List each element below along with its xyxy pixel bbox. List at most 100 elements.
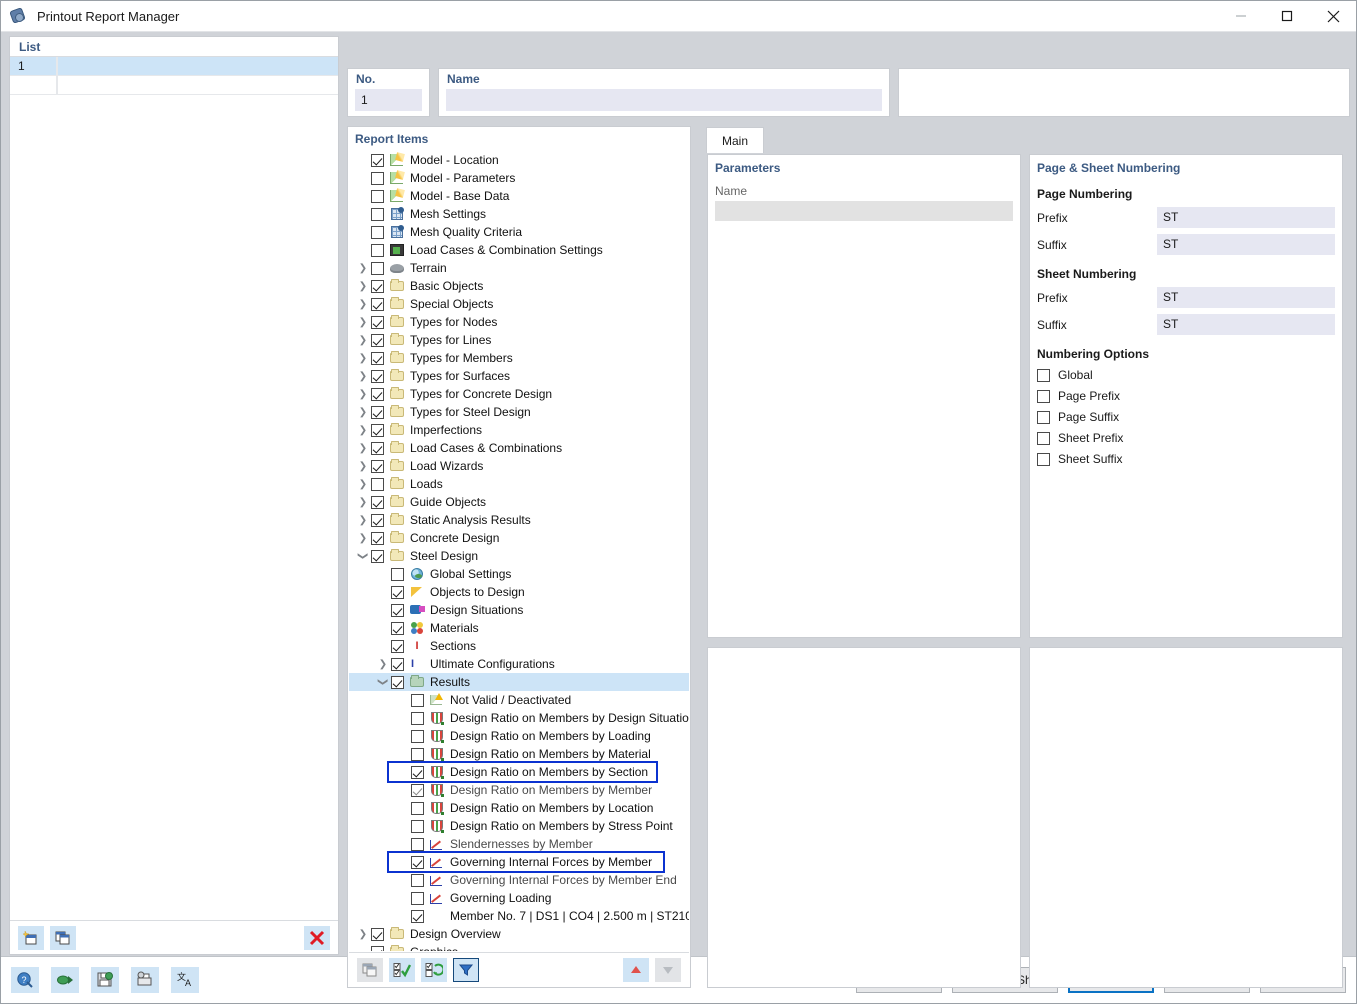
tree-item[interactable]: Objects to Design <box>349 583 689 601</box>
tab-main[interactable]: Main <box>706 127 764 153</box>
tree-item[interactable]: Model - Base Data <box>349 187 689 205</box>
tree-item[interactable]: ❯ Types for Steel Design <box>349 403 689 421</box>
delete-report-icon[interactable] <box>304 925 330 950</box>
tree-item-checkbox[interactable] <box>371 315 384 329</box>
tree-item-checkbox[interactable] <box>391 639 404 653</box>
tree-item-checkbox[interactable] <box>371 279 384 293</box>
tree-item[interactable]: Mesh Quality Criteria <box>349 223 689 241</box>
numbering-option-row[interactable]: Sheet Suffix <box>1030 452 1342 466</box>
tree-item-checkbox[interactable] <box>391 567 404 581</box>
tree-item[interactable]: Load Cases & Combination Settings <box>349 241 689 259</box>
chevron-right-icon[interactable]: ❯ <box>355 331 371 349</box>
tree-item[interactable]: Member No. 7 | DS1 | CO4 | 2.500 m | ST2… <box>349 907 689 925</box>
tree-item[interactable]: Design Ratio on Members by Member <box>349 781 689 799</box>
tree-item[interactable]: Mesh Settings <box>349 205 689 223</box>
tree-item[interactable]: ❯ I Ultimate Configurations <box>349 655 689 673</box>
numbering-option-checkbox[interactable] <box>1037 389 1050 403</box>
chevron-right-icon[interactable]: ❯ <box>355 439 371 457</box>
numbering-option-row[interactable]: Page Suffix <box>1030 410 1342 424</box>
chevron-right-icon[interactable]: ❯ <box>355 925 371 943</box>
numbering-option-checkbox[interactable] <box>1037 368 1050 382</box>
tree-item[interactable]: Graphics <box>349 943 689 951</box>
tree-item-checkbox[interactable] <box>371 207 384 221</box>
tree-item[interactable]: Design Ratio on Members by Stress Point <box>349 817 689 835</box>
chevron-right-icon[interactable]: ❯ <box>355 313 371 331</box>
copy-report-icon[interactable] <box>50 925 76 950</box>
tree-item-checkbox[interactable] <box>371 495 384 509</box>
tree-item-checkbox[interactable] <box>411 765 424 779</box>
tree-item-checkbox[interactable] <box>371 477 384 491</box>
chevron-right-icon[interactable]: ❯ <box>355 493 371 511</box>
tree-item[interactable]: Materials <box>349 619 689 637</box>
tree-item-checkbox[interactable] <box>371 405 384 419</box>
tree-item-checkbox[interactable] <box>371 153 384 167</box>
tree-item-checkbox[interactable] <box>371 297 384 311</box>
chevron-right-icon[interactable]: ❯ <box>355 259 371 277</box>
tree-item-checkbox[interactable] <box>371 513 384 527</box>
new-report-icon[interactable] <box>18 925 44 950</box>
tree-item-checkbox[interactable] <box>391 603 404 617</box>
tree-item-checkbox[interactable] <box>391 675 404 689</box>
printer-settings-icon[interactable] <box>131 967 159 993</box>
tree-item[interactable]: ❯ Types for Concrete Design <box>349 385 689 403</box>
numbering-option-row[interactable]: Global <box>1030 368 1342 382</box>
tree-item[interactable]: ❯ Imperfections <box>349 421 689 439</box>
sheet-suffix-input[interactable]: ST <box>1157 314 1335 335</box>
tree-item-checkbox[interactable] <box>391 621 404 635</box>
tree-item[interactable]: ❯ Types for Surfaces <box>349 367 689 385</box>
chevron-down-icon[interactable]: ❯ <box>374 674 392 690</box>
chevron-right-icon[interactable]: ❯ <box>355 349 371 367</box>
tree-item-checkbox[interactable] <box>371 189 384 203</box>
tree-item-checkbox[interactable] <box>371 945 384 951</box>
chevron-right-icon[interactable]: ❯ <box>355 367 371 385</box>
parameters-name-input[interactable] <box>715 201 1013 221</box>
chevron-down-icon[interactable]: ❯ <box>354 548 372 564</box>
tree-item-checkbox[interactable] <box>411 693 424 707</box>
tree-item[interactable]: I Sections <box>349 637 689 655</box>
tree-item-checkbox[interactable] <box>411 819 424 833</box>
tree-item[interactable]: ❯ Loads <box>349 475 689 493</box>
check-all-icon[interactable] <box>389 957 415 982</box>
tree-item-checkbox[interactable] <box>371 225 384 239</box>
tree-item[interactable]: ❯ Steel Design <box>349 547 689 565</box>
tree-item-checkbox[interactable] <box>411 711 424 725</box>
help-icon[interactable]: ? <box>11 967 39 993</box>
tree-item[interactable]: Design Ratio on Members by Material <box>349 745 689 763</box>
tree-item-checkbox[interactable] <box>371 459 384 473</box>
no-input[interactable]: 1 <box>355 89 422 111</box>
tree-item-checkbox[interactable] <box>411 855 424 869</box>
tree-item-checkbox[interactable] <box>371 549 384 563</box>
tree-item-checkbox[interactable] <box>411 747 424 761</box>
tree-item[interactable]: ❯ Special Objects <box>349 295 689 313</box>
tree-item[interactable]: ❯ Concrete Design <box>349 529 689 547</box>
chevron-right-icon[interactable]: ❯ <box>355 403 371 421</box>
tree-item-checkbox[interactable] <box>371 333 384 347</box>
list-item[interactable] <box>10 76 338 95</box>
chevron-right-icon[interactable]: ❯ <box>355 295 371 313</box>
tree-item[interactable]: Global Settings <box>349 565 689 583</box>
tree-item-checkbox[interactable] <box>411 891 424 905</box>
chevron-right-icon[interactable]: ❯ <box>355 457 371 475</box>
tree-item[interactable]: ❯ Guide Objects <box>349 493 689 511</box>
chevron-right-icon[interactable]: ❯ <box>355 385 371 403</box>
tree-item[interactable]: Design Ratio on Members by Section <box>349 761 689 783</box>
chevron-right-icon[interactable]: ❯ <box>355 511 371 529</box>
tree-item-checkbox[interactable] <box>371 531 384 545</box>
chevron-right-icon[interactable]: ❯ <box>355 421 371 439</box>
tree-item[interactable]: Governing Loading <box>349 889 689 907</box>
tree-item[interactable]: Design Ratio on Members by Loading <box>349 727 689 745</box>
sheet-prefix-input[interactable]: ST <box>1157 287 1335 308</box>
page-prefix-input[interactable]: ST <box>1157 207 1335 228</box>
tree-item-checkbox[interactable] <box>371 441 384 455</box>
tree-item[interactable]: ❯ Terrain <box>349 259 689 277</box>
export-icon[interactable] <box>51 967 79 993</box>
numbering-option-checkbox[interactable] <box>1037 452 1050 466</box>
tree-item[interactable]: Design Ratio on Members by Location <box>349 799 689 817</box>
page-suffix-input[interactable]: ST <box>1157 234 1335 255</box>
tree-item[interactable]: Model - Parameters <box>349 169 689 187</box>
tree-item[interactable]: ❯ Types for Members <box>349 349 689 367</box>
tree-item[interactable]: Design Ratio on Members by Design Situat… <box>349 709 689 727</box>
tree-item[interactable]: ❯ Types for Nodes <box>349 313 689 331</box>
tree-item-checkbox[interactable] <box>371 369 384 383</box>
chevron-right-icon[interactable]: ❯ <box>355 529 371 547</box>
